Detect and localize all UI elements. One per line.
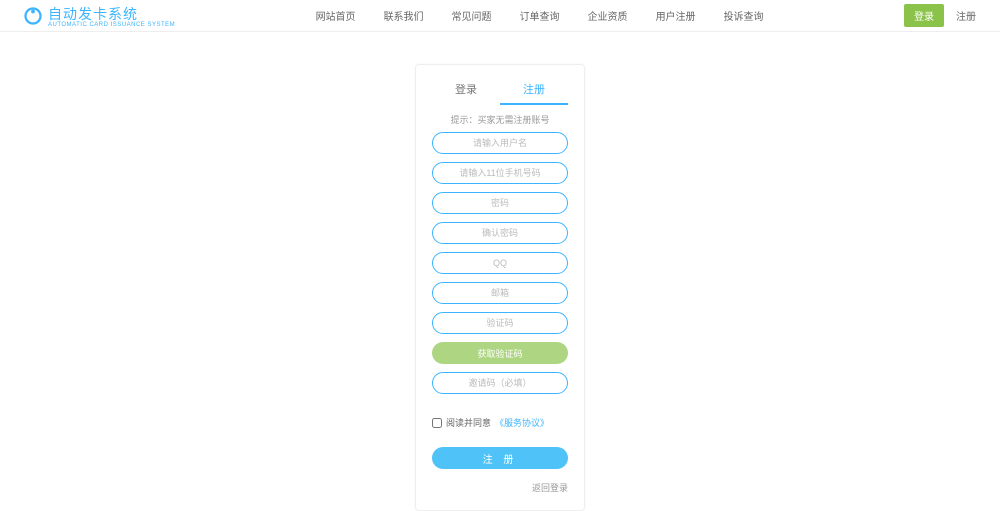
tab-register[interactable]: 注册 <box>500 77 568 105</box>
logo[interactable]: 自动发卡系统 AUTOMATIC CARD ISSUANCE SYSTEM <box>24 4 175 28</box>
agreement-link[interactable]: 《服务协议》 <box>495 416 549 429</box>
agreement-checkbox[interactable] <box>432 418 442 428</box>
nav-contact[interactable]: 联系我们 <box>384 8 424 23</box>
auth-card: 登录 注册 提示：买家无需注册账号 获取验证码 阅读并同意 《服务协议》 注 册… <box>415 64 585 511</box>
password-input[interactable] <box>432 192 568 214</box>
email-input[interactable] <box>432 282 568 304</box>
phone-input[interactable] <box>432 162 568 184</box>
header-actions: 登录 注册 <box>904 4 976 27</box>
hint-text: 提示：买家无需注册账号 <box>432 113 568 126</box>
agreement-row: 阅读并同意 《服务协议》 <box>432 416 568 429</box>
logo-icon <box>24 7 42 25</box>
header: 自动发卡系统 AUTOMATIC CARD ISSUANCE SYSTEM 网站… <box>0 0 1000 32</box>
invite-input[interactable] <box>432 372 568 394</box>
back-to-login-link[interactable]: 返回登录 <box>432 481 568 494</box>
logo-subtitle: AUTOMATIC CARD ISSUANCE SYSTEM <box>48 22 175 28</box>
nav-faq[interactable]: 常见问题 <box>452 8 492 23</box>
agreement-text: 阅读并同意 <box>446 416 491 429</box>
qq-input[interactable] <box>432 252 568 274</box>
get-code-button[interactable]: 获取验证码 <box>432 342 568 364</box>
captcha-input[interactable] <box>432 312 568 334</box>
username-input[interactable] <box>432 132 568 154</box>
main-nav: 网站首页 联系我们 常见问题 订单查询 企业资质 用户注册 投诉查询 <box>175 8 904 23</box>
submit-button[interactable]: 注 册 <box>432 447 568 469</box>
main-container: 登录 注册 提示：买家无需注册账号 获取验证码 阅读并同意 《服务协议》 注 册… <box>0 32 1000 511</box>
tab-login[interactable]: 登录 <box>432 77 500 105</box>
nav-register[interactable]: 用户注册 <box>656 8 696 23</box>
nav-complaint[interactable]: 投诉查询 <box>724 8 764 23</box>
confirm-password-input[interactable] <box>432 222 568 244</box>
logo-title: 自动发卡系统 <box>48 6 138 22</box>
nav-home[interactable]: 网站首页 <box>316 8 356 23</box>
auth-tabs: 登录 注册 <box>432 77 568 105</box>
header-login-button[interactable]: 登录 <box>904 4 944 27</box>
header-register-link[interactable]: 注册 <box>956 8 976 23</box>
nav-order[interactable]: 订单查询 <box>520 8 560 23</box>
nav-qualification[interactable]: 企业资质 <box>588 8 628 23</box>
